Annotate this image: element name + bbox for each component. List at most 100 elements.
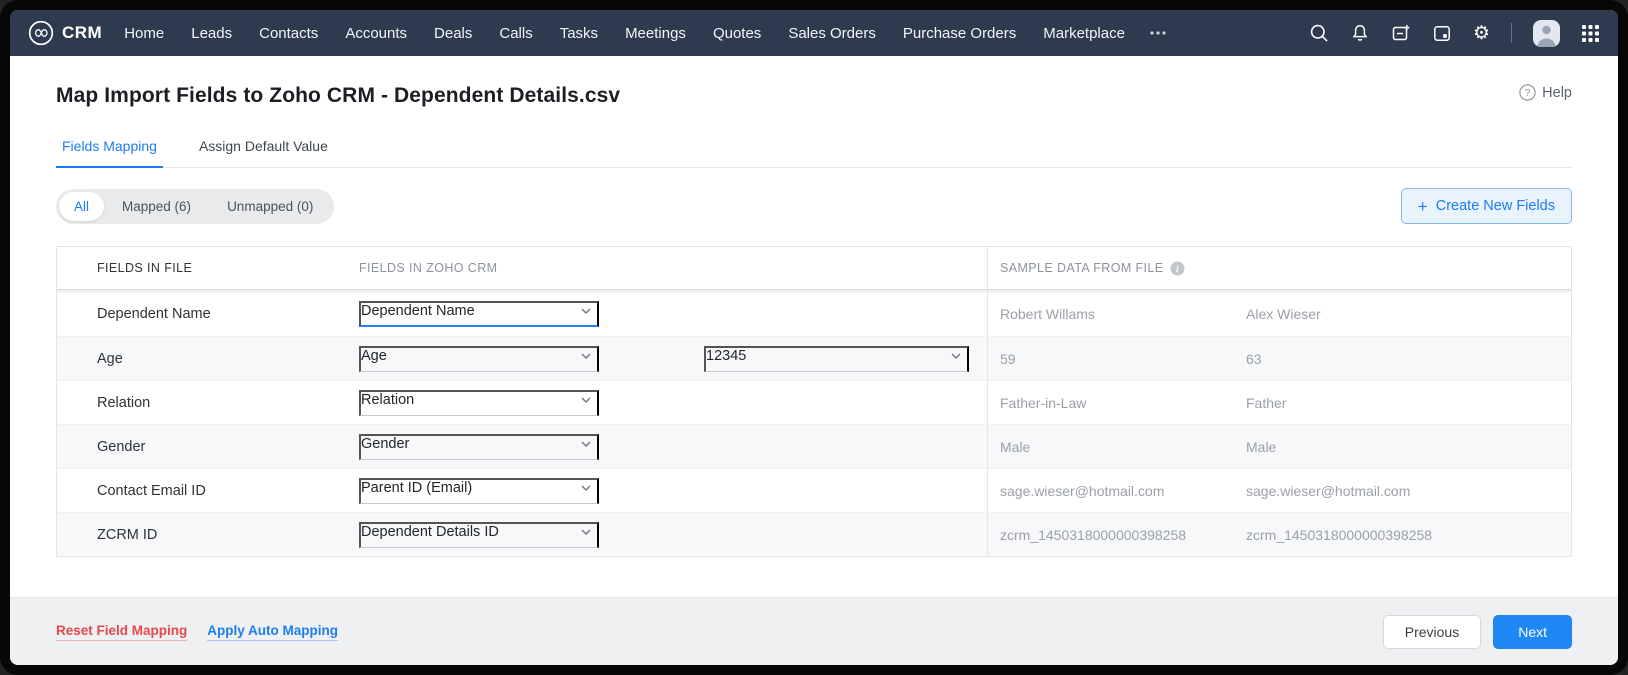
sample-value-2: 63 <box>1246 350 1262 367</box>
next-button[interactable]: Next <box>1493 614 1572 649</box>
apply-auto-mapping-link[interactable]: Apply Auto Mapping <box>207 623 338 641</box>
notifications-bell-icon[interactable] <box>1350 23 1370 43</box>
help-question-icon: ? <box>1519 84 1536 101</box>
nav-item-marketplace[interactable]: Marketplace <box>1043 25 1125 42</box>
sample-value-1: Robert Willams <box>987 292 1234 336</box>
nav-item-contacts[interactable]: Contacts <box>259 25 318 42</box>
table-header-row: FIELDS IN FILE FIELDS IN ZOHO CRM SAMPLE… <box>57 247 1571 289</box>
file-field-label: Age <box>97 350 123 367</box>
svg-text:i: i <box>1176 265 1179 275</box>
plus-icon: + <box>1417 196 1428 216</box>
table-row: Age Age 12345 59 63 <box>57 336 1571 380</box>
brand-label: CRM <box>62 23 103 42</box>
chevron-down-icon <box>581 529 591 535</box>
sample-value-1: 59 <box>987 337 1234 380</box>
mapping-filter-group: All Mapped (6) Unmapped (0) <box>56 188 335 224</box>
svg-text:?: ? <box>1525 88 1531 99</box>
crm-field-value: Parent ID (Email) <box>361 479 473 496</box>
nav-item-quotes[interactable]: Quotes <box>713 25 761 42</box>
sample-value-2: sage.wieser@hotmail.com <box>1246 482 1411 499</box>
chevron-down-icon <box>581 397 591 403</box>
chevron-down-icon <box>581 485 591 491</box>
zoho-crm-logo[interactable]: CRM <box>28 20 102 46</box>
nav-item-deals[interactable]: Deals <box>434 25 472 42</box>
sample-value-2: Alex Wieser <box>1246 306 1321 322</box>
crm-field-dropdown[interactable]: Dependent Details ID <box>359 521 599 548</box>
header-fields-in-file: FIELDS IN FILE <box>97 261 193 275</box>
nav-item-meetings[interactable]: Meetings <box>625 25 686 42</box>
create-new-fields-button[interactable]: + Create New Fields <box>1400 188 1572 224</box>
nav-item-home[interactable]: Home <box>124 25 164 42</box>
chevron-down-icon <box>581 441 591 447</box>
calendar-icon[interactable] <box>1432 23 1452 43</box>
file-field-label: ZCRM ID <box>97 526 158 543</box>
info-icon[interactable]: i <box>1170 261 1185 276</box>
crm-field-dropdown[interactable]: Dependent Name <box>359 301 599 327</box>
table-row: Relation Relation Father-in-Law Father <box>57 380 1571 424</box>
filter-unmapped[interactable]: Unmapped (0) <box>209 199 331 214</box>
file-field-label: Contact Email ID <box>97 482 206 499</box>
table-row: Gender Gender Male Male <box>57 424 1571 468</box>
nav-separator <box>1511 23 1512 43</box>
help-label: Help <box>1542 84 1572 101</box>
filter-mapped[interactable]: Mapped (6) <box>104 199 209 214</box>
crm-field-value: Gender <box>361 435 410 452</box>
reset-field-mapping-link[interactable]: Reset Field Mapping <box>56 623 188 641</box>
search-icon[interactable] <box>1309 23 1329 43</box>
sample-value-2: Father <box>1246 394 1287 411</box>
crm-field-value: Age <box>361 347 387 364</box>
crm-field-dropdown[interactable]: Gender <box>359 433 599 460</box>
apps-grid-icon[interactable] <box>1581 24 1600 43</box>
format-dropdown[interactable]: 12345 <box>704 345 969 372</box>
crm-field-value: Dependent Name <box>361 303 475 319</box>
tab-fields-mapping[interactable]: Fields Mapping <box>56 138 163 168</box>
chevron-down-icon <box>951 353 961 359</box>
nav-item-tasks[interactable]: Tasks <box>560 25 598 42</box>
footer-bar: Reset Field Mapping Apply Auto Mapping P… <box>10 597 1618 665</box>
crm-field-dropdown[interactable]: Parent ID (Email) <box>359 477 599 504</box>
file-field-label: Relation <box>97 394 151 411</box>
nav-menu: Home Leads Contacts Accounts Deals Calls… <box>124 25 1125 42</box>
nav-item-purchase-orders[interactable]: Purchase Orders <box>903 25 1016 42</box>
tab-bar: Fields Mapping Assign Default Value <box>56 138 1572 168</box>
create-new-fields-label: Create New Fields <box>1435 198 1555 214</box>
filter-all[interactable]: All <box>59 191 105 221</box>
crm-field-dropdown[interactable]: Age <box>359 345 599 372</box>
sample-value-2: Male <box>1246 438 1277 455</box>
format-value: 12345 <box>706 347 747 364</box>
file-field-label: Dependent Name <box>97 306 211 322</box>
header-fields-in-zoho-crm: FIELDS IN ZOHO CRM <box>359 261 498 275</box>
table-row: Contact Email ID Parent ID (Email) sage.… <box>57 468 1571 512</box>
table-row: ZCRM ID Dependent Details ID zcrm_145031… <box>57 512 1571 556</box>
person-icon <box>1537 25 1556 47</box>
previous-button[interactable]: Previous <box>1382 614 1482 649</box>
page-title: Map Import Fields to Zoho CRM - Dependen… <box>56 84 621 107</box>
tab-assign-default-value[interactable]: Assign Default Value <box>199 138 328 167</box>
sample-value-1: Male <box>987 425 1234 468</box>
user-avatar[interactable] <box>1533 19 1560 47</box>
zoho-crm-window: CRM Home Leads Contacts Accounts Deals C… <box>10 10 1618 665</box>
nav-item-calls[interactable]: Calls <box>499 25 532 42</box>
more-modules-icon[interactable] <box>1149 30 1167 36</box>
settings-gear-icon[interactable]: ⚙ <box>1473 24 1490 43</box>
sample-value-1: sage.wieser@hotmail.com <box>987 469 1234 512</box>
zoho-logo-icon <box>28 20 54 46</box>
nav-actions: ⚙ <box>1309 19 1600 47</box>
chevron-down-icon <box>581 308 591 314</box>
table-row: Dependent Name Dependent Name Robert Wil… <box>57 292 1571 336</box>
field-mapping-table: FIELDS IN FILE FIELDS IN ZOHO CRM SAMPLE… <box>56 246 1572 557</box>
sample-value-1: Father-in-Law <box>987 381 1234 424</box>
compose-note-icon[interactable] <box>1391 23 1411 43</box>
sample-value-2: zcrm_1450318000000398258 <box>1246 526 1433 543</box>
screenshot-frame: CRM Home Leads Contacts Accounts Deals C… <box>0 0 1628 675</box>
help-link[interactable]: ? Help <box>1519 84 1572 101</box>
nav-item-leads[interactable]: Leads <box>191 25 232 42</box>
top-navbar: CRM Home Leads Contacts Accounts Deals C… <box>10 10 1618 56</box>
crm-field-dropdown[interactable]: Relation <box>359 389 599 416</box>
nav-item-sales-orders[interactable]: Sales Orders <box>788 25 876 42</box>
header-sample-data: SAMPLE DATA FROM FILE <box>1000 261 1164 275</box>
nav-item-accounts[interactable]: Accounts <box>345 25 407 42</box>
sample-value-1: zcrm_1450318000000398258 <box>987 513 1234 556</box>
main-content: Map Import Fields to Zoho CRM - Dependen… <box>10 56 1618 597</box>
crm-field-value: Dependent Details ID <box>361 523 499 540</box>
